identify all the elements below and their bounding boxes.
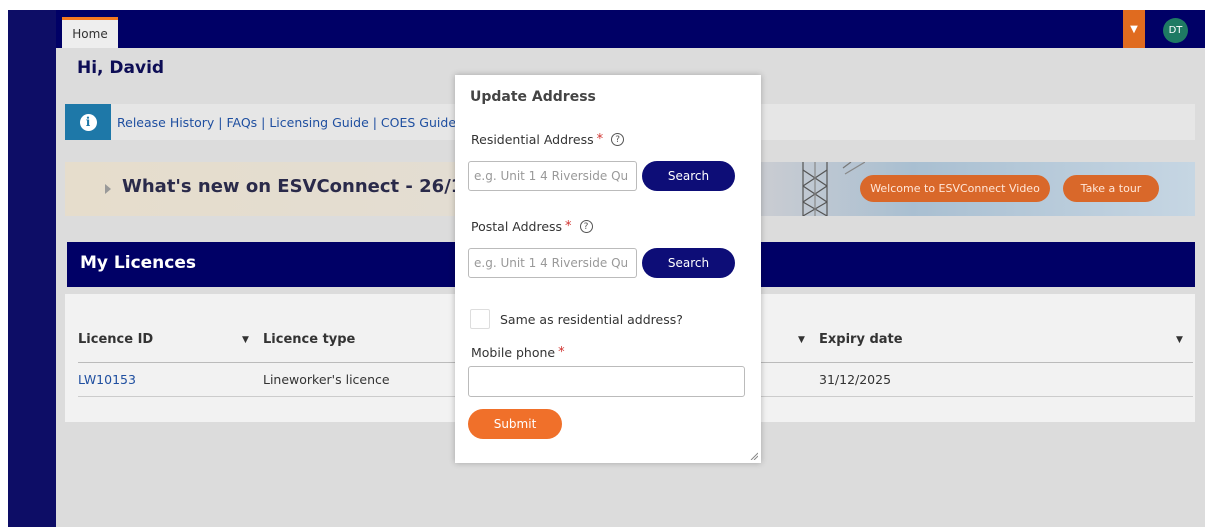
modal-title: Update Address xyxy=(470,89,596,105)
filter-licence-id-icon[interactable]: ▼ xyxy=(242,317,249,362)
header-dropdown-button[interactable]: ▼ xyxy=(1123,10,1145,48)
take-tour-button[interactable]: Take a tour xyxy=(1063,175,1159,202)
column-header-licence-id[interactable]: Licence ID xyxy=(78,317,153,362)
tab-home[interactable]: Home xyxy=(62,17,118,48)
residential-address-label: Residential Address * ? xyxy=(471,132,625,147)
resize-handle-icon[interactable] xyxy=(750,452,758,460)
column-header-expiry-date[interactable]: Expiry date xyxy=(819,317,903,362)
residential-search-button[interactable]: Search xyxy=(642,161,735,191)
residential-label-text: Residential Address xyxy=(471,132,594,147)
caret-down-icon: ▼ xyxy=(1130,23,1138,35)
residential-address-input[interactable] xyxy=(468,161,637,191)
mobile-label-text: Mobile phone xyxy=(471,345,556,360)
welcome-video-button[interactable]: Welcome to ESVConnect Video xyxy=(860,175,1050,202)
same-address-label[interactable]: Same as residential address? xyxy=(500,312,683,327)
expiry-date-cell: 31/12/2025 xyxy=(819,372,892,387)
licence-type-cell: Lineworker's licence xyxy=(263,372,390,387)
expand-triangle-icon[interactable] xyxy=(105,184,111,194)
info-icon-container: i xyxy=(65,104,111,140)
power-tower-icon xyxy=(802,162,865,216)
column-header-licence-type[interactable]: Licence type xyxy=(263,317,355,362)
filter-expiry-date-icon[interactable]: ▼ xyxy=(1176,317,1183,362)
required-asterisk: * xyxy=(558,345,565,360)
greeting-heading: Hi, David xyxy=(77,58,165,78)
update-address-modal: Update Address Residential Address * ? S… xyxy=(455,75,761,463)
postal-label-text: Postal Address xyxy=(471,219,563,234)
user-avatar[interactable]: DT xyxy=(1163,18,1188,43)
postal-search-button[interactable]: Search xyxy=(642,248,735,278)
licence-id-link[interactable]: LW10153 xyxy=(78,363,136,396)
top-header: Home ▼ DT xyxy=(56,10,1205,48)
help-icon[interactable]: ? xyxy=(579,220,593,233)
mobile-phone-input[interactable] xyxy=(468,366,745,397)
help-links[interactable]: Release History | FAQs | Licensing Guide… xyxy=(117,115,456,130)
postal-address-input[interactable] xyxy=(468,248,637,278)
submit-button[interactable]: Submit xyxy=(468,409,562,439)
banner-title[interactable]: What's new on ESVConnect - 26/11/2 xyxy=(122,176,495,197)
required-asterisk: * xyxy=(596,132,604,147)
filter-column-icon[interactable]: ▼ xyxy=(798,317,805,362)
help-icon[interactable]: ? xyxy=(611,133,625,146)
same-address-checkbox[interactable] xyxy=(470,309,490,329)
mobile-phone-label: Mobile phone * xyxy=(471,345,565,360)
info-icon: i xyxy=(79,113,97,131)
required-asterisk: * xyxy=(565,219,572,234)
licences-title: My Licences xyxy=(80,253,197,273)
left-margin xyxy=(0,0,8,527)
postal-address-label: Postal Address * ? xyxy=(471,219,593,234)
left-sidebar-strip xyxy=(8,10,56,527)
